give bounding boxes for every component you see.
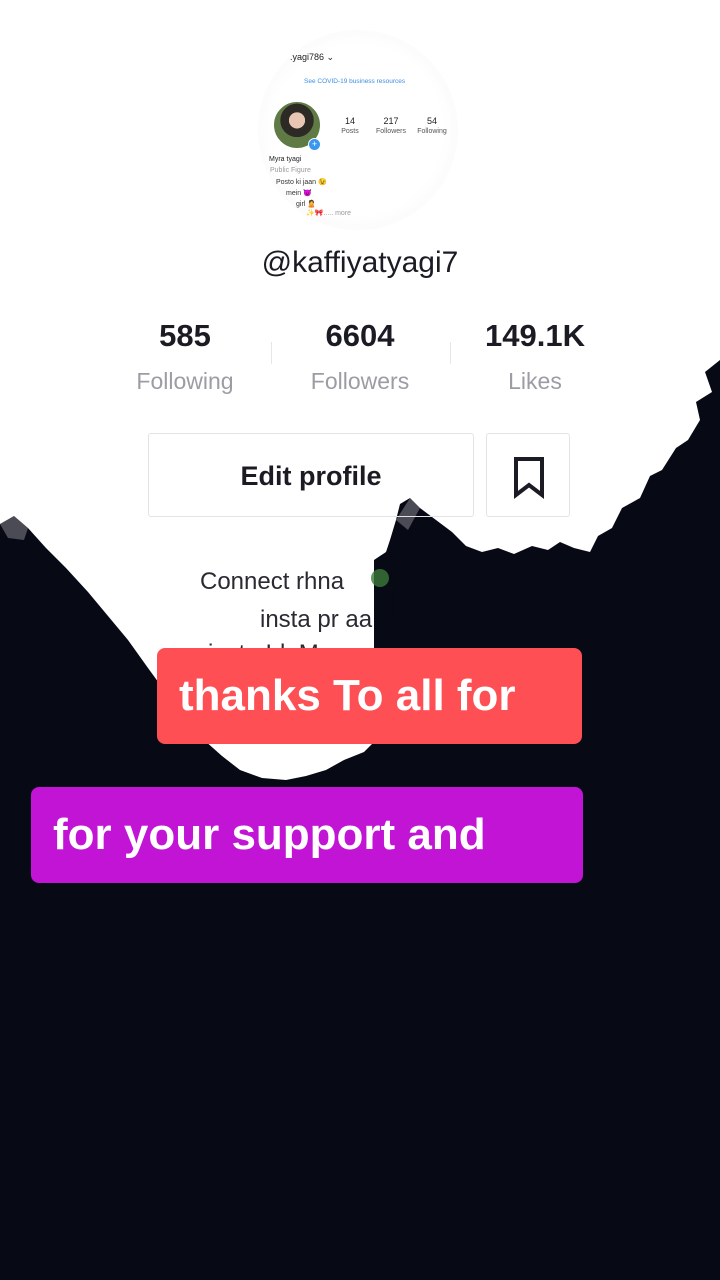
caption-line-1: thanks To all for xyxy=(157,648,582,744)
torn-overlay xyxy=(371,548,396,664)
caption-line-2: for your support and xyxy=(31,787,583,883)
